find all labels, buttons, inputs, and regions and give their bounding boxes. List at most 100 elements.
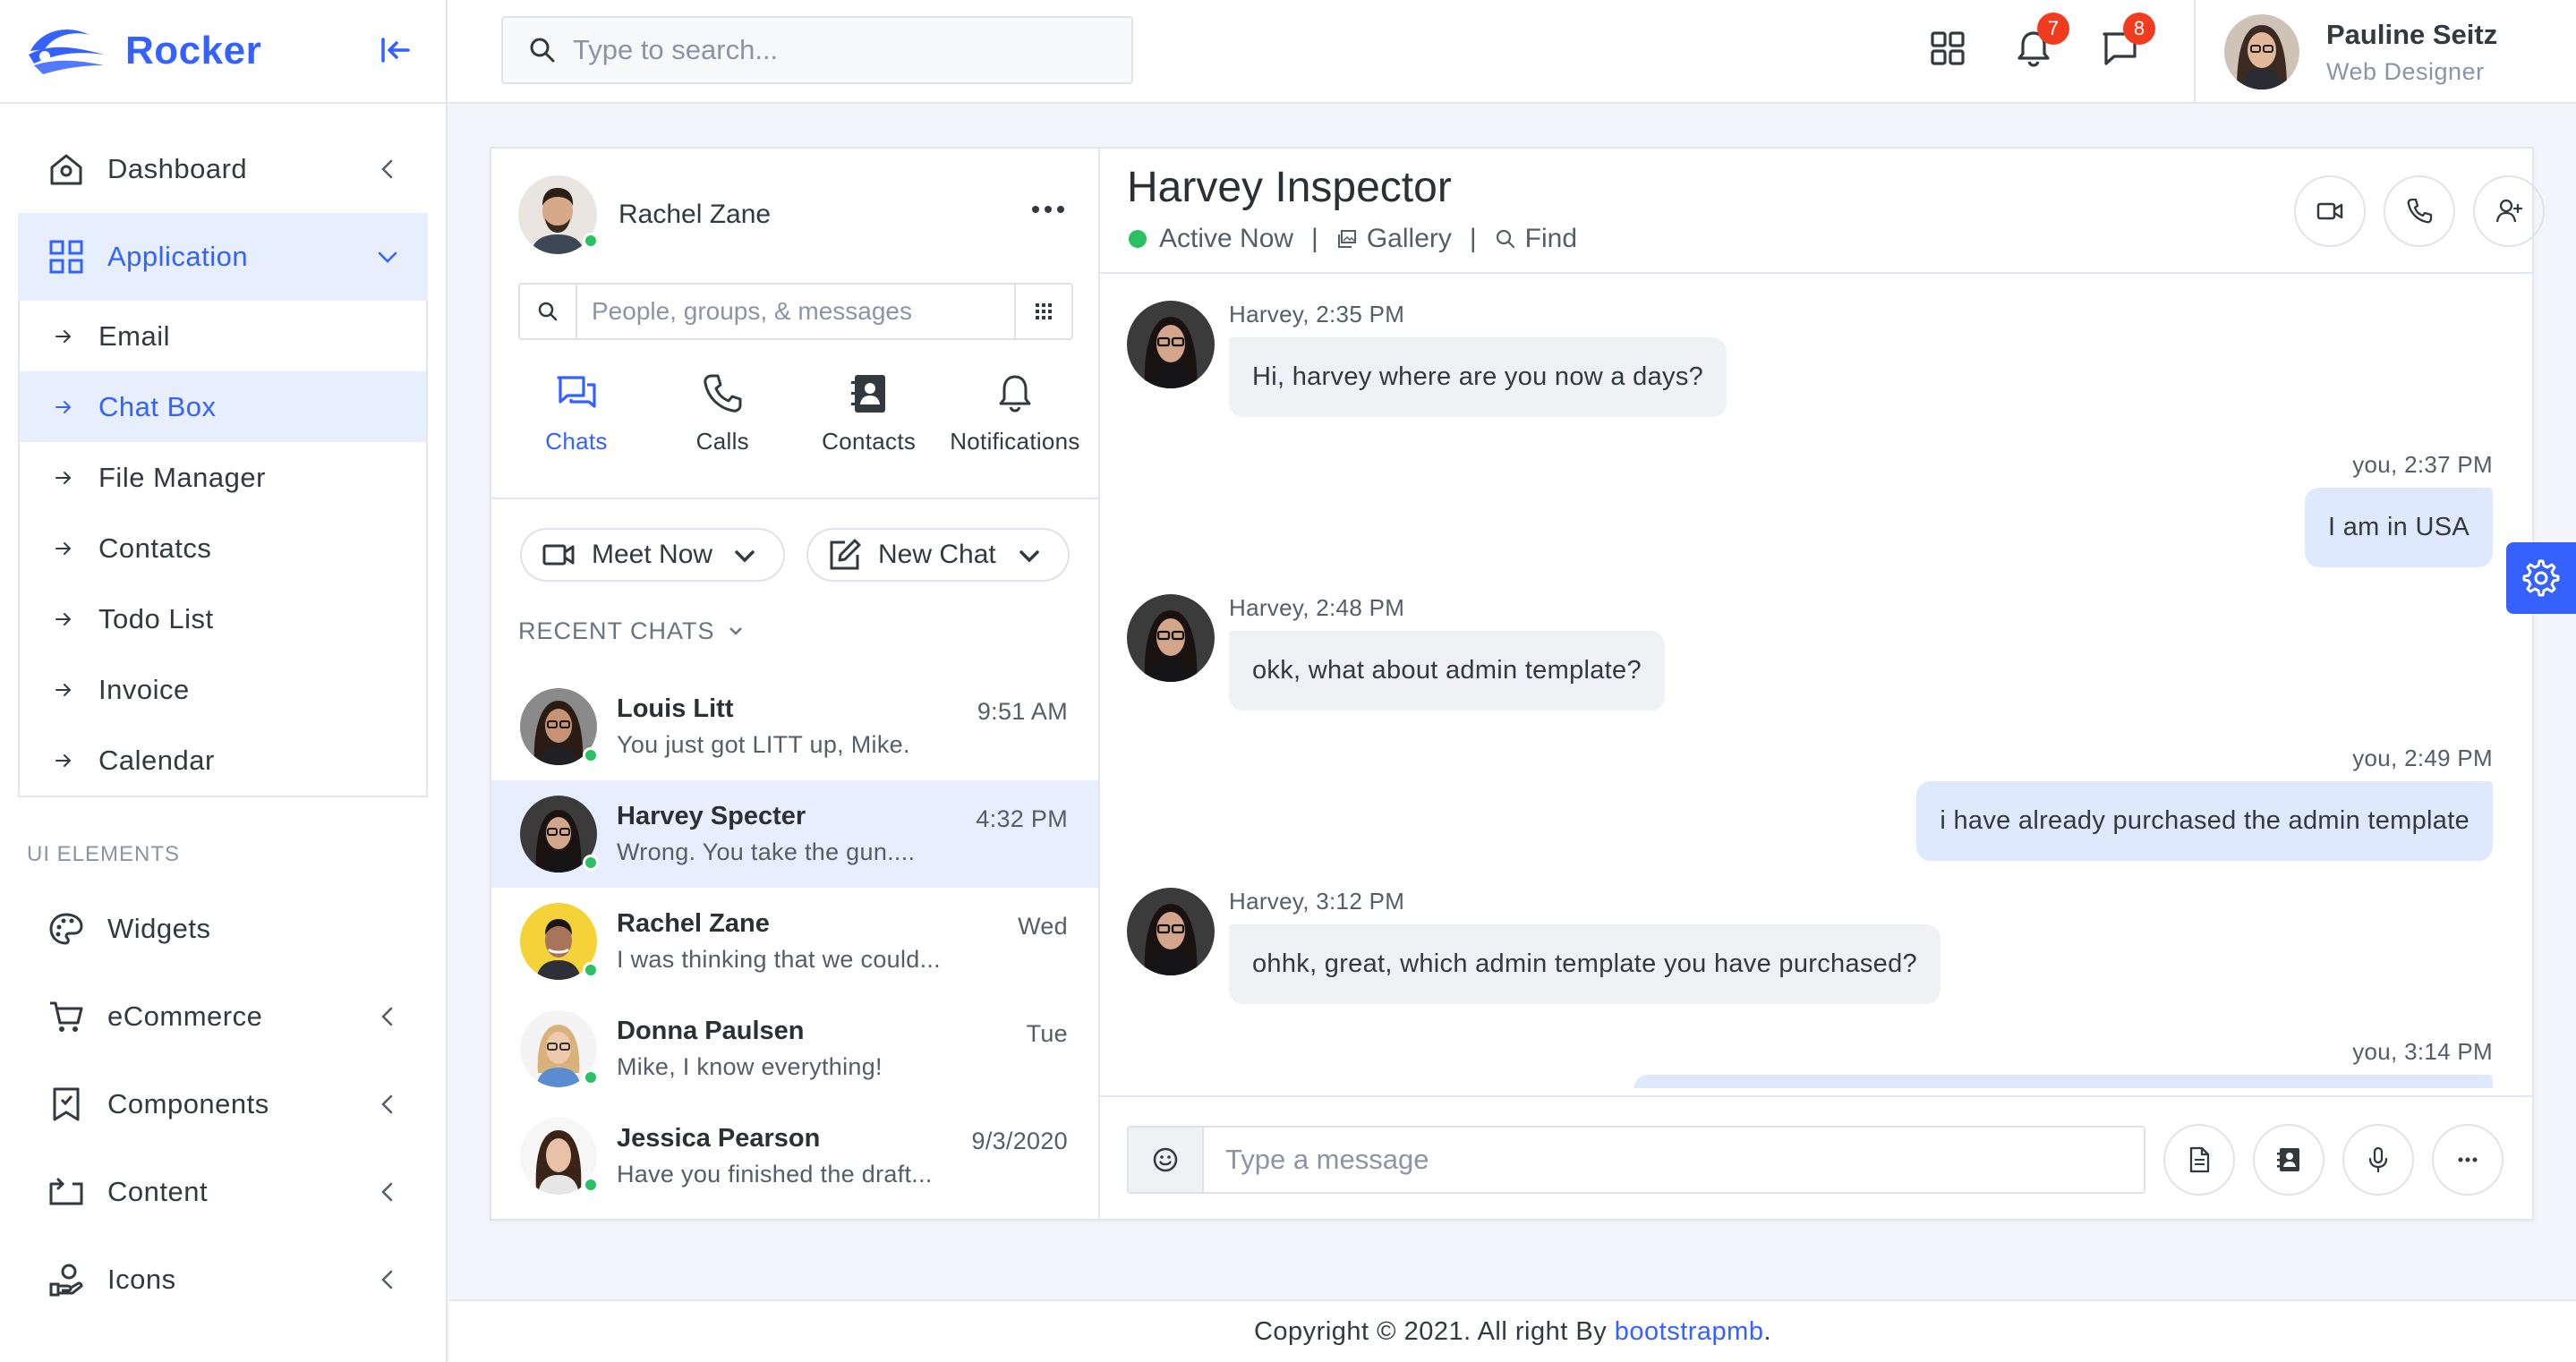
conversation-title: Harvey Inspector — [1127, 164, 1452, 211]
tab-notifications[interactable]: Notifications — [948, 372, 1082, 455]
divider — [491, 498, 1098, 499]
chat-item-louis-litt[interactable]: Louis Litt You just got LITT up, Mike. 9… — [491, 673, 1098, 780]
search-icon — [520, 285, 577, 338]
bell-icon — [999, 375, 1031, 413]
search-input[interactable] — [573, 34, 1110, 66]
theme-settings-button[interactable] — [2506, 542, 2576, 614]
gallery-link[interactable]: Gallery — [1336, 224, 1452, 254]
chat-search-input[interactable] — [577, 285, 1014, 338]
contacts-icon — [2277, 1148, 2299, 1171]
submenu-item-todo-list[interactable]: Todo List — [20, 583, 426, 654]
more-actions-button[interactable] — [2432, 1124, 2503, 1196]
message-meta: Harvey, 2:48 PM — [1229, 594, 1405, 621]
bookmark-icon — [47, 1085, 86, 1124]
brand: Rocker — [0, 0, 446, 104]
message-bubble: i have already purchased the admin templ… — [1916, 781, 2493, 861]
chevron-down-icon — [729, 627, 742, 635]
submenu-item-invoice[interactable]: Invoice — [20, 654, 426, 725]
message-composer — [1100, 1095, 2534, 1219]
video-call-button[interactable] — [2294, 175, 2366, 247]
user-role: Web Designer — [2326, 57, 2485, 85]
messages-button[interactable]: 8 — [2098, 13, 2155, 70]
current-user: Rachel Zane — [518, 175, 771, 254]
tab-calls[interactable]: Calls — [655, 372, 789, 455]
submenu-item-chat-box[interactable]: Chat Box — [20, 371, 426, 442]
brand-name: Rocker — [125, 29, 262, 72]
online-indicator — [583, 233, 599, 249]
meet-now-button[interactable]: Meet Now — [520, 528, 785, 582]
arrow-right-icon — [55, 329, 72, 343]
chat-item-jessica-pearson[interactable]: Jessica Pearson Have you finished the dr… — [491, 1102, 1098, 1210]
notifications-button[interactable]: 7 — [2012, 13, 2069, 70]
submenu-item-contacts[interactable]: Contatcs — [20, 513, 426, 583]
apps-grid-icon[interactable] — [1926, 27, 1969, 70]
arrow-right-icon — [55, 612, 72, 626]
submenu-label: Calendar — [98, 744, 215, 776]
message-list: Harvey, 2:35 PM Hi, harvey where are you… — [1100, 276, 2534, 1088]
more-options-icon[interactable] — [1030, 202, 1066, 217]
message-outgoing: you, 3:14 PM — [1633, 1038, 2493, 1088]
dialpad-icon[interactable] — [1014, 285, 1071, 338]
sidebar-item-widgets[interactable]: Widgets — [0, 885, 446, 973]
global-search[interactable] — [501, 16, 1133, 84]
message-input[interactable] — [1204, 1128, 2144, 1192]
add-user-button[interactable] — [2473, 175, 2545, 247]
share-contact-button[interactable] — [2253, 1124, 2324, 1196]
message-meta: you, 2:37 PM — [2352, 451, 2493, 478]
chevron-left-icon — [381, 1182, 393, 1202]
recent-chats-label: RECENT CHATS — [518, 617, 715, 644]
avatar — [520, 796, 599, 873]
recent-chats-toggle[interactable]: RECENT CHATS — [518, 617, 744, 645]
footer-link[interactable]: bootstrapmb — [1615, 1317, 1764, 1347]
avatar — [1127, 888, 1215, 975]
chat-time: Tue — [1026, 1020, 1068, 1047]
sidebar-item-components[interactable]: Components — [0, 1060, 446, 1148]
chevron-down-icon — [735, 550, 755, 563]
separator: | — [1469, 224, 1477, 253]
tab-contacts[interactable]: Contacts — [802, 372, 936, 455]
emoji-icon[interactable] — [1129, 1128, 1204, 1192]
chat-item-rachel-zane[interactable]: Rachel Zane I was thinking that we could… — [491, 888, 1098, 995]
find-link[interactable]: Find — [1495, 224, 1577, 254]
chat-preview: Wrong. You take the gun.... — [617, 838, 916, 865]
gallery-label: Gallery — [1366, 224, 1452, 253]
chat-item-harvey-specter[interactable]: Harvey Specter Wrong. You take the gun..… — [491, 780, 1098, 888]
message-bubble: okk, what about admin template? — [1229, 631, 1665, 711]
submenu-item-file-manager[interactable]: File Manager — [20, 442, 426, 513]
chat-item-donna-paulsen[interactable]: Donna Paulsen Mike, I know everything! T… — [491, 995, 1098, 1102]
tab-chats[interactable]: Chats — [509, 372, 644, 455]
submenu-item-email[interactable]: Email — [20, 301, 426, 371]
sidebar-item-icons[interactable]: Icons — [0, 1236, 446, 1324]
sidebar-item-label: eCommerce — [107, 1000, 263, 1032]
sidebar-item-content[interactable]: Content — [0, 1148, 446, 1236]
message-meta: Harvey, 2:35 PM — [1229, 301, 1405, 328]
submenu-label: Invoice — [98, 673, 190, 705]
voice-message-button[interactable] — [2342, 1124, 2414, 1196]
chevron-left-icon — [381, 159, 393, 179]
footer: Copyright © 2021. All right By bootstrap… — [449, 1299, 2576, 1362]
tab-label: Notifications — [950, 428, 1080, 455]
user-menu[interactable]: Pauline Seitz Web Designer — [2194, 0, 2576, 104]
tab-label: Calls — [695, 428, 749, 455]
collapse-sidebar-icon[interactable] — [378, 32, 414, 68]
submenu-item-calendar[interactable]: Calendar — [20, 725, 426, 796]
find-label: Find — [1524, 224, 1578, 253]
message-bubble: I am in USA — [2304, 488, 2493, 567]
new-chat-button[interactable]: New Chat — [806, 528, 1070, 582]
meet-now-label: Meet Now — [592, 540, 713, 569]
attach-file-button[interactable] — [2163, 1124, 2235, 1196]
online-indicator — [583, 855, 599, 871]
chat-name: Rachel Zane — [617, 909, 770, 938]
chat-time: Wed — [1018, 913, 1068, 940]
chevron-left-icon — [381, 1270, 393, 1290]
sidebar-item-dashboard[interactable]: Dashboard — [0, 125, 446, 213]
chat-search[interactable] — [518, 283, 1073, 340]
video-icon — [2316, 202, 2343, 220]
voice-call-button[interactable] — [2384, 175, 2455, 247]
online-indicator — [583, 1069, 599, 1085]
add-user-icon — [2495, 199, 2523, 223]
sidebar-item-ecommerce[interactable]: eCommerce — [0, 973, 446, 1060]
gallery-icon — [1337, 230, 1356, 248]
sidebar-item-application[interactable]: Application — [18, 213, 428, 301]
sidebar-item-label: Content — [107, 1176, 209, 1207]
